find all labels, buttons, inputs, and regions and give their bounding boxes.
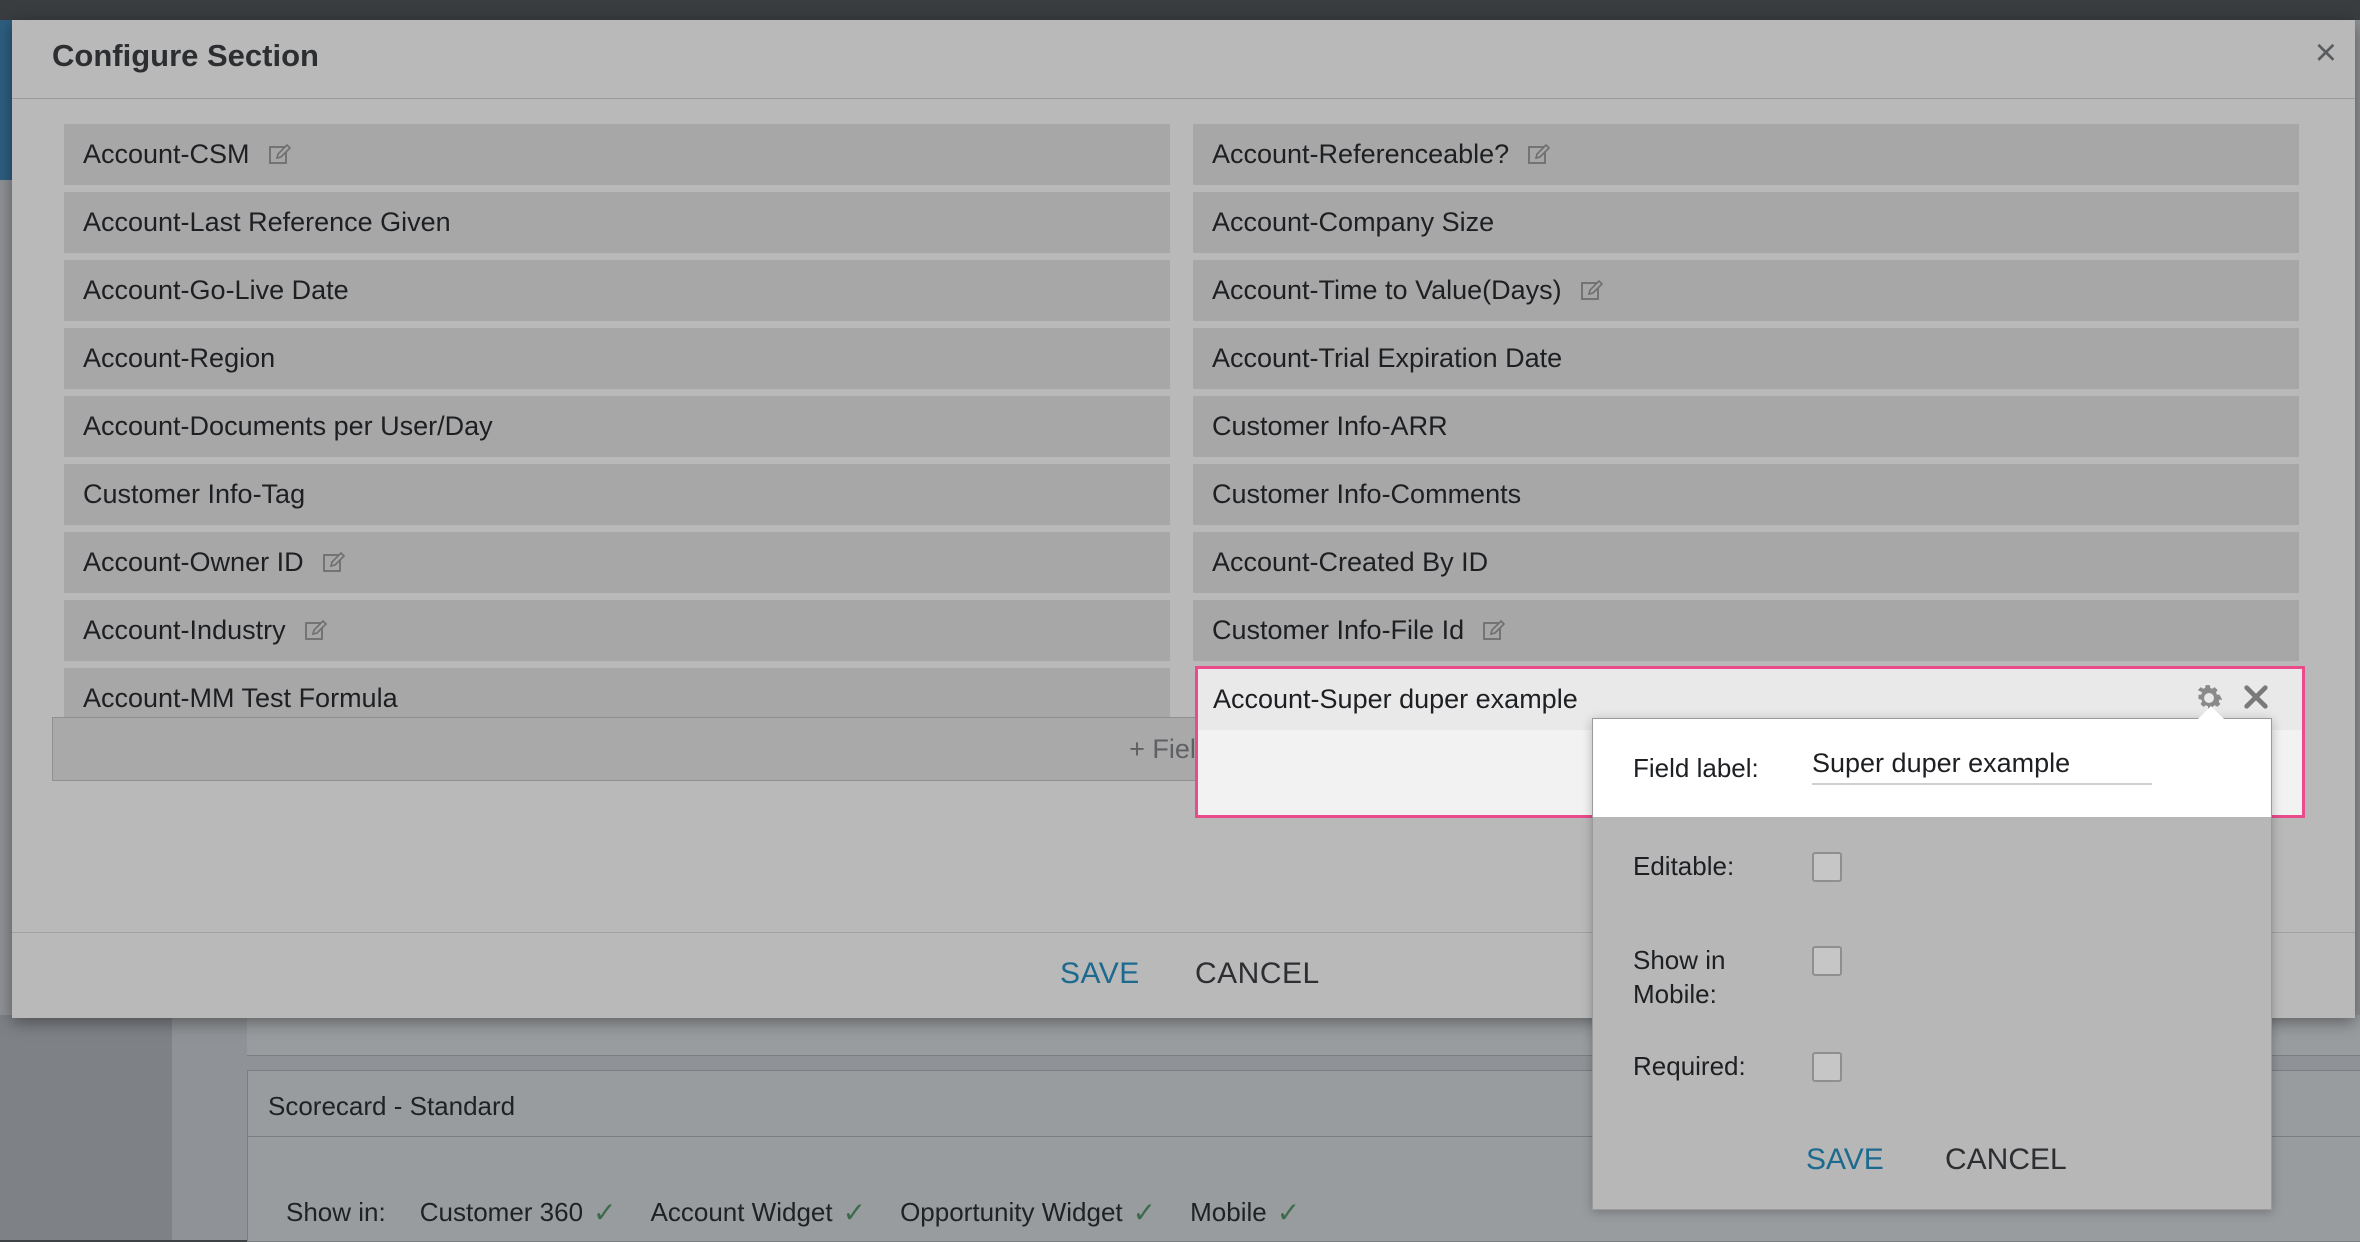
check-icon: ✓ [1132, 1197, 1157, 1228]
popover-save-button[interactable]: SAVE [1806, 1143, 1884, 1177]
field-item[interactable]: Account-Owner ID [64, 532, 1170, 593]
field-item-label: Account-Owner ID [83, 547, 304, 577]
field-item-label: Account-Region [83, 343, 276, 373]
field-item-label: Account-Industry [83, 615, 286, 645]
editable-checkbox[interactable] [1812, 852, 1842, 882]
scorecard-section-title: Scorecard - Standard [268, 1091, 516, 1121]
field-item-label: Account-Documents per User/Day [83, 411, 493, 441]
show-in-customer-360[interactable]: Customer 360 ✓ [420, 1196, 617, 1229]
editable-label: Editable: [1633, 851, 1735, 881]
field-item[interactable]: Customer Info-ARR [1193, 396, 2299, 457]
field-item[interactable]: Account-Last Reference Given [64, 192, 1170, 253]
field-item[interactable]: Account-Created By ID [1193, 532, 2299, 593]
field-item-label: Customer Info-Tag [83, 479, 306, 509]
show-in-mobile[interactable]: Mobile ✓ [1190, 1196, 1300, 1229]
field-item[interactable]: Account-Time to Value(Days) [1193, 260, 2299, 321]
field-item-label: Account-Created By ID [1212, 547, 1489, 577]
field-label-input[interactable] [1812, 743, 2152, 785]
field-item-label: Account-CSM [83, 139, 250, 169]
cancel-button[interactable]: CANCEL [1195, 957, 1320, 991]
field-item-label: Customer Info-ARR [1212, 411, 1448, 441]
save-button[interactable]: SAVE [1060, 957, 1140, 991]
edit-icon[interactable] [304, 619, 328, 643]
app-topbar [0, 0, 2360, 20]
field-item[interactable]: Account-Documents per User/Day [64, 396, 1170, 457]
field-item-label: Customer Info-File Id [1212, 615, 1465, 645]
field-item-label: Account-Company Size [1212, 207, 1495, 237]
popover-arrow [2197, 706, 2225, 720]
app-left-strip [0, 20, 12, 180]
show-in-mobile-checkbox[interactable] [1812, 946, 1842, 976]
field-item-label: Account-Last Reference Given [83, 207, 451, 237]
field-item[interactable]: Account-Go-Live Date [64, 260, 1170, 321]
field-item[interactable]: Account-Referenceable? [1193, 124, 2299, 185]
edit-icon[interactable] [268, 143, 292, 167]
check-icon: ✓ [593, 1197, 617, 1228]
popover-cancel-button[interactable]: CANCEL [1945, 1143, 2067, 1177]
edit-icon[interactable] [1482, 619, 1506, 643]
field-item[interactable]: Customer Info-Comments [1193, 464, 2299, 525]
field-label-label: Field label: [1633, 753, 1759, 783]
show-in-label: Show in: [286, 1197, 386, 1227]
field-item[interactable]: Account-Trial Expiration Date [1193, 328, 2299, 389]
required-label: Required: [1633, 1051, 1746, 1081]
field-item-label: Account-MM Test Formula [83, 683, 398, 713]
field-item[interactable]: Account-Industry [64, 600, 1170, 661]
show-in-account-widget[interactable]: Account Widget ✓ [651, 1196, 867, 1229]
show-in-opportunity-widget[interactable]: Opportunity Widget ✓ [900, 1196, 1156, 1229]
field-item-label: Account-Go-Live Date [83, 275, 349, 305]
show-in-mobile-label: Show in Mobile: [1633, 945, 1726, 1009]
check-icon: ✓ [842, 1197, 867, 1228]
field-item[interactable]: Account-CSM [64, 124, 1170, 185]
field-item-label: Account-Time to Value(Days) [1212, 275, 1562, 305]
field-item-label: Customer Info-Comments [1212, 479, 1522, 509]
modal-title: Configure Section [52, 38, 319, 73]
show-in-row: Show in: Customer 360 ✓ Account Widget ✓ O… [286, 1196, 1300, 1229]
edit-icon[interactable] [1580, 279, 1604, 303]
field-item[interactable]: Customer Info-File Id [1193, 600, 2299, 661]
required-checkbox[interactable] [1812, 1052, 1842, 1082]
field-item[interactable]: Customer Info-Tag [64, 464, 1170, 525]
close-icon[interactable]: × [2315, 34, 2337, 72]
field-item-label: Account-Referenceable? [1212, 139, 1510, 169]
field-item-label: Account-Trial Expiration Date [1212, 343, 1563, 373]
field-item[interactable]: Account-Company Size [1193, 192, 2299, 253]
field-item[interactable]: Account-Region [64, 328, 1170, 389]
edit-icon[interactable] [1527, 143, 1551, 167]
app-sidebar [0, 1015, 172, 1240]
modal-header: Configure Section × [12, 20, 2355, 99]
edit-icon[interactable] [322, 551, 346, 575]
field-settings-popover: Field label: Editable: Show in Mobile: R… [1592, 706, 2272, 1210]
check-icon: ✓ [1276, 1197, 1301, 1228]
